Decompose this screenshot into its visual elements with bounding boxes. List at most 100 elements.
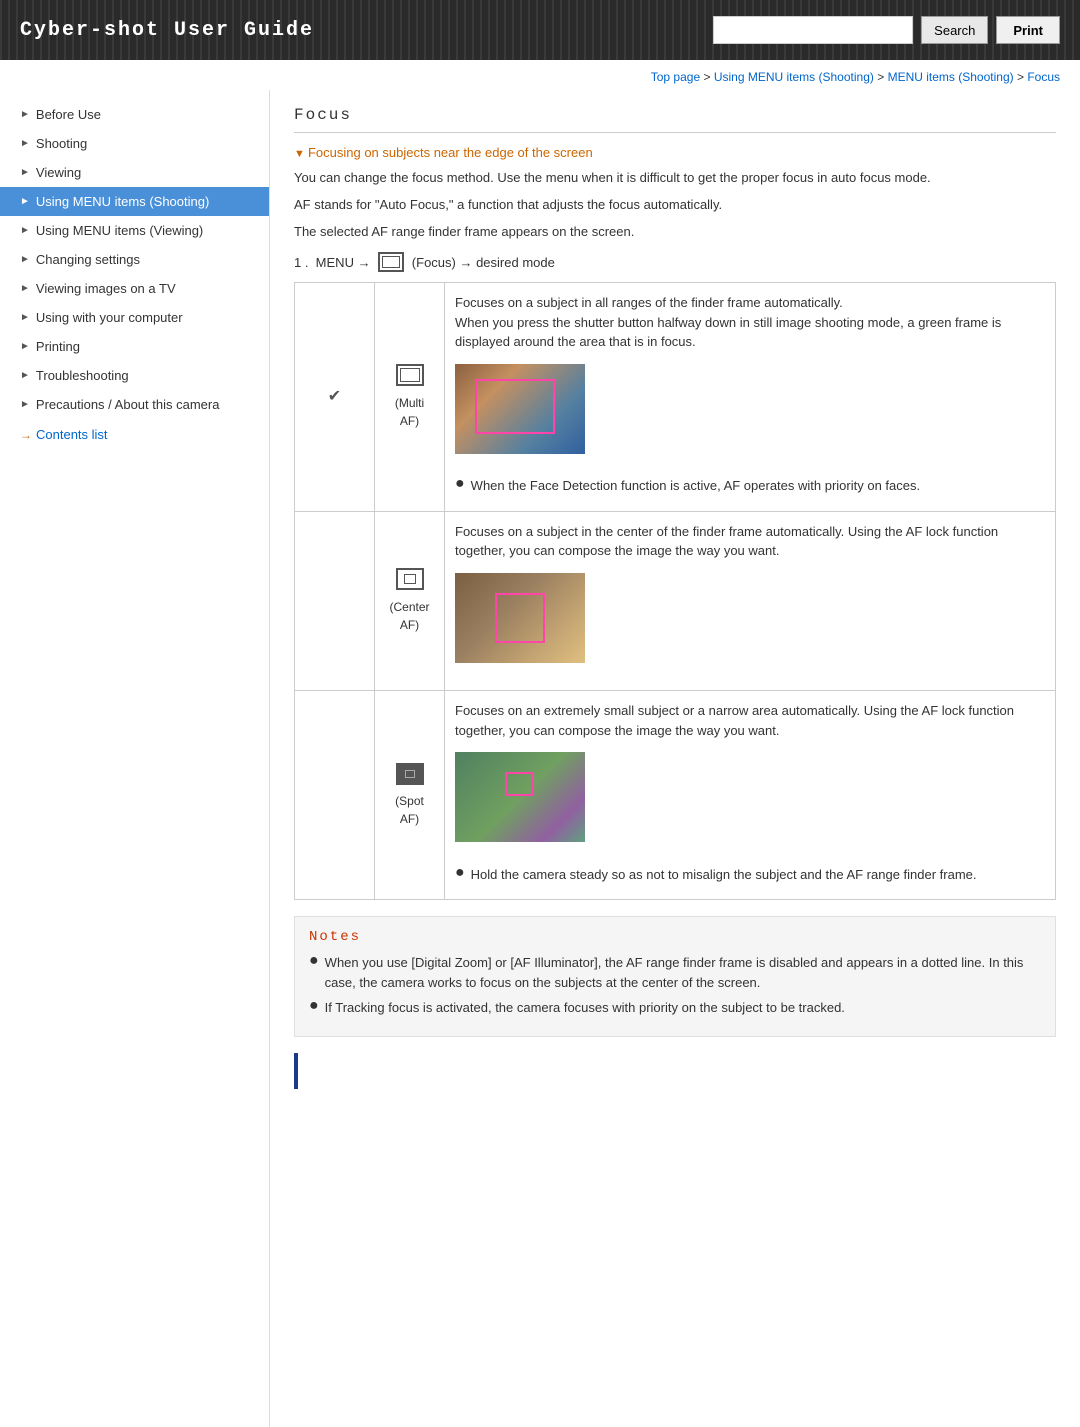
- table-row: (SpotAF) Focuses on an extremely small s…: [295, 691, 1056, 900]
- table-row: ✔ (MultiAF) Focuses on a subject in all …: [295, 283, 1056, 512]
- spot-af-label: (SpotAF): [385, 792, 434, 828]
- breadcrumb: Top page > Using MENU items (Shooting) >…: [0, 60, 1080, 90]
- notes-text-1: When you use [Digital Zoom] or [AF Illum…: [325, 953, 1041, 992]
- app-title: Cyber-shot User Guide: [20, 19, 314, 42]
- sidebar-item-before-use[interactable]: ► Before Use: [0, 100, 269, 129]
- sidebar-item-viewing-tv[interactable]: ► Viewing images on a TV: [0, 274, 269, 303]
- breadcrumb-sep2: >: [877, 70, 887, 84]
- multi-af-icon-symbol-cell: (MultiAF): [375, 283, 445, 512]
- spot-af-bullet-text: Hold the camera steady so as not to misa…: [471, 865, 977, 885]
- center-af-desc: Focuses on a subject in the center of th…: [455, 522, 1045, 561]
- intro-text-3: The selected AF range finder frame appea…: [294, 222, 1056, 243]
- bullet-icon: ●: [455, 476, 465, 492]
- bullet-icon: ●: [455, 865, 465, 881]
- sidebar-item-printing[interactable]: ► Printing: [0, 332, 269, 361]
- arrow-icon: ►: [20, 370, 30, 381]
- sidebar-label: Before Use: [36, 107, 101, 122]
- menu-step-text2: (Focus) → desired mode: [408, 255, 555, 270]
- table-row: (CenterAF) Focuses on a subject in the c…: [295, 511, 1056, 691]
- multi-af-bullet: ● When the Face Detection function is ac…: [455, 471, 1045, 501]
- multi-af-bullet-text: When the Face Detection function is acti…: [471, 476, 920, 496]
- sidebar-label: Using with your computer: [36, 310, 183, 325]
- blue-bar-decoration: [294, 1053, 298, 1089]
- spot-af-icon-cell: (SpotAF): [375, 691, 445, 900]
- spot-af-image: [455, 752, 585, 842]
- page-title: Focus: [294, 106, 1056, 133]
- focus-frame-indicator: [505, 772, 533, 796]
- arrow-icon: ►: [20, 341, 30, 352]
- sidebar-label: Viewing images on a TV: [36, 281, 176, 296]
- notes-item-1: ● When you use [Digital Zoom] or [AF Ill…: [309, 953, 1041, 992]
- print-button[interactable]: Print: [996, 16, 1060, 44]
- contents-link-label[interactable]: Contents list: [36, 427, 108, 442]
- intro-text-1: You can change the focus method. Use the…: [294, 168, 1056, 189]
- arrow-icon: ►: [20, 138, 30, 149]
- spot-af-desc: Focuses on an extremely small subject or…: [455, 701, 1045, 740]
- multi-af-symbol: [396, 364, 424, 386]
- notes-text-2: If Tracking focus is activated, the came…: [325, 998, 845, 1018]
- arrow-icon: ►: [20, 399, 30, 410]
- multi-af-description-cell: Focuses on a subject in all ranges of th…: [445, 283, 1056, 512]
- breadcrumb-sep3: >: [1017, 70, 1027, 84]
- center-af-check-cell: [295, 511, 375, 691]
- multi-af-image: [455, 364, 585, 454]
- main-content: Focus Focusing on subjects near the edge…: [270, 90, 1080, 1427]
- sidebar-label: Using MENU items (Shooting): [36, 194, 209, 209]
- spot-af-bullet: ● Hold the camera steady so as not to mi…: [455, 860, 1045, 890]
- breadcrumb-menu-shooting[interactable]: Using MENU items (Shooting): [714, 70, 874, 84]
- arrow-icon: ►: [20, 167, 30, 178]
- main-layout: ► Before Use ► Shooting ► Viewing ► Usin…: [0, 90, 1080, 1427]
- header-search-area: Search Print: [713, 16, 1060, 44]
- sidebar-item-precautions[interactable]: ► Precautions / About this camera: [0, 390, 269, 419]
- bullet-icon: ●: [309, 953, 319, 992]
- sidebar-item-using-menu-viewing[interactable]: ► Using MENU items (Viewing): [0, 216, 269, 245]
- arrow-icon: ►: [20, 109, 30, 120]
- center-af-icon-cell: (CenterAF): [375, 511, 445, 691]
- check-icon: ✔: [328, 388, 341, 405]
- sidebar-label: Printing: [36, 339, 80, 354]
- arrow-icon: ►: [20, 312, 30, 323]
- sidebar-item-troubleshooting[interactable]: ► Troubleshooting: [0, 361, 269, 390]
- bullet-icon: ●: [309, 998, 319, 1018]
- multi-af-label: (MultiAF): [385, 394, 434, 430]
- arrow-icon: ►: [20, 283, 30, 294]
- menu-instruction: 1 . MENU → (Focus) → desired mode: [294, 252, 1056, 272]
- notes-section: Notes ● When you use [Digital Zoom] or […: [294, 916, 1056, 1037]
- arrow-icon: ►: [20, 254, 30, 265]
- sidebar-label: Viewing: [36, 165, 81, 180]
- sidebar: ► Before Use ► Shooting ► Viewing ► Usin…: [0, 90, 270, 1427]
- center-af-label: (CenterAF): [385, 598, 434, 634]
- sidebar-item-shooting[interactable]: ► Shooting: [0, 129, 269, 158]
- focus-table: ✔ (MultiAF) Focuses on a subject in all …: [294, 282, 1056, 900]
- center-af-description-cell: Focuses on a subject in the center of th…: [445, 511, 1056, 691]
- focus-menu-icon: [378, 252, 404, 272]
- sidebar-label: Shooting: [36, 136, 87, 151]
- spot-af-description-cell: Focuses on an extremely small subject or…: [445, 691, 1056, 900]
- sidebar-item-viewing[interactable]: ► Viewing: [0, 158, 269, 187]
- breadcrumb-focus[interactable]: Focus: [1027, 70, 1060, 84]
- section-link-focus[interactable]: Focusing on subjects near the edge of th…: [294, 145, 1056, 160]
- search-button[interactable]: Search: [921, 16, 988, 44]
- notes-item-2: ● If Tracking focus is activated, the ca…: [309, 998, 1041, 1018]
- contents-arrow-icon: →: [20, 428, 32, 442]
- sidebar-label: Precautions / About this camera: [36, 397, 220, 412]
- search-input[interactable]: [713, 16, 913, 44]
- center-af-symbol: [396, 568, 424, 590]
- breadcrumb-sep1: >: [703, 70, 713, 84]
- spot-af-symbol: [396, 763, 424, 785]
- arrow-icon: ►: [20, 196, 30, 207]
- sidebar-label: Changing settings: [36, 252, 140, 267]
- breadcrumb-menu-items[interactable]: MENU items (Shooting): [888, 70, 1014, 84]
- sidebar-item-changing-settings[interactable]: ► Changing settings: [0, 245, 269, 274]
- sidebar-label: Troubleshooting: [36, 368, 129, 383]
- sidebar-item-using-menu-shooting[interactable]: ► Using MENU items (Shooting): [0, 187, 269, 216]
- breadcrumb-top[interactable]: Top page: [651, 70, 700, 84]
- contents-list-link[interactable]: → Contents list: [0, 419, 269, 446]
- center-af-image: [455, 573, 585, 663]
- sidebar-item-using-computer[interactable]: ► Using with your computer: [0, 303, 269, 332]
- spot-af-check-cell: [295, 691, 375, 900]
- arrow-icon: ►: [20, 225, 30, 236]
- notes-title: Notes: [309, 929, 1041, 945]
- focus-frame-indicator: [475, 379, 555, 434]
- focus-frame-indicator: [495, 593, 545, 643]
